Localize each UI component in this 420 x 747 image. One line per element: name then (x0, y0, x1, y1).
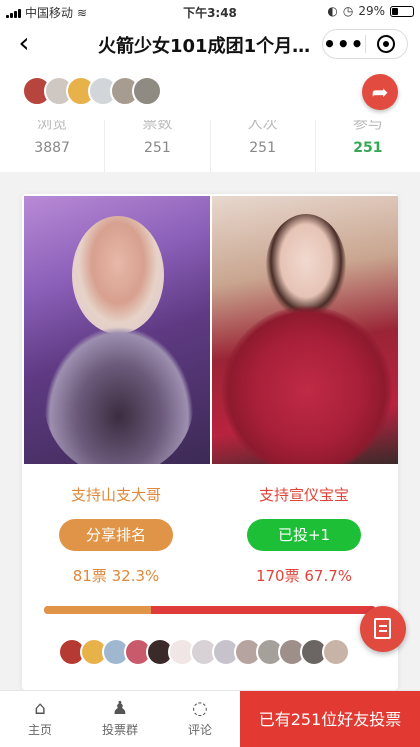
tab-label: 投票群 (101, 723, 138, 737)
vote-count: 170票 (255, 567, 300, 585)
more-button[interactable]: ••• (323, 34, 365, 54)
bottom-nav: ⌂ 主页 ♟ 投票群 ◌ 评论 已有251位好友投票 (0, 690, 420, 747)
home-icon: ⌂ (34, 698, 46, 719)
participant-avatars (22, 76, 162, 106)
photo-figure (44, 326, 194, 464)
voted-button[interactable]: 已投+1 (247, 519, 361, 551)
participants-strip: ➦ (0, 66, 420, 120)
tab-vote-group[interactable]: ♟ 投票群 (90, 699, 150, 738)
candidate-votes: 81票 32.3% (22, 565, 210, 586)
stat-label: 参与 (352, 120, 383, 132)
alarm-icon: ◷ (342, 4, 354, 18)
avatar (132, 76, 162, 106)
candidate-name: 支持宣仪宝宝 (258, 486, 349, 504)
vote-progress-bar (44, 606, 376, 614)
stat-views: 浏览 3887 (0, 120, 106, 172)
candidate-right: 支持宣仪宝宝 已投+1 170票 67.7% (210, 484, 398, 586)
avatar (322, 638, 350, 666)
candidate-photo-left[interactable] (24, 196, 210, 464)
vote-card: 支持山支大哥 分享排名 81票 32.3% 支持宣仪宝宝 已投+1 170票 6… (22, 194, 398, 690)
photo-figure (72, 216, 164, 334)
target-icon (377, 35, 396, 53)
close-button[interactable] (366, 35, 408, 53)
stat-value: 3887 (34, 140, 70, 156)
battery-percent: 29% (358, 4, 385, 18)
tab-comment[interactable]: ◌ 评论 (170, 699, 230, 738)
tab-label: 主页 (27, 723, 52, 737)
tab-label: 评论 (187, 723, 212, 737)
status-bar: 中国移动 ≋ 下午3:48 ◐ ◷ 29% (0, 0, 420, 22)
stats-row: 浏览 3887 票数 251 人次 251 参与 251 (0, 120, 420, 172)
vote-progress-fill (44, 606, 152, 614)
candidate-votes: 170票 67.7% (210, 565, 398, 586)
nav-bar: ‹ 火箭少女101成团1个月… ••• (0, 22, 420, 66)
back-button[interactable]: ‹ (8, 28, 40, 60)
headphones-icon: ◐ (327, 4, 338, 18)
photo-figure (266, 214, 346, 318)
page-title: 火箭少女101成团1个月… (98, 36, 311, 57)
mini-program-capsule: ••• (322, 29, 408, 59)
group-icon: ♟ (111, 698, 129, 719)
stat-label: 票数 (142, 120, 173, 132)
vote-count: 81票 (72, 567, 107, 585)
stat-value: 251 (144, 140, 171, 156)
friends-voted-button[interactable]: 已有251位好友投票 (240, 691, 420, 747)
edit-note-icon (374, 618, 391, 639)
stat-participants: 参与 251 (316, 120, 420, 172)
share-rank-button[interactable]: 分享排名 (59, 519, 173, 551)
comment-icon: ◌ (192, 698, 208, 719)
photo-figure (222, 306, 392, 464)
stat-label: 人次 (247, 120, 278, 132)
candidate-name: 支持山支大哥 (70, 486, 161, 504)
share-button[interactable]: ➦ (362, 74, 398, 110)
share-arrow-icon: ➦ (371, 80, 389, 104)
create-vote-button[interactable] (360, 606, 406, 652)
battery-icon (390, 5, 414, 17)
stat-value: 251 (353, 140, 383, 156)
stat-people: 人次 251 (211, 120, 316, 172)
stat-votes: 票数 251 (105, 120, 211, 172)
candidate-photo-right[interactable] (212, 196, 398, 464)
chevron-left-icon: ‹ (18, 26, 30, 59)
vote-percent: 67.7% (304, 567, 353, 585)
vote-percent: 32.3% (111, 567, 160, 585)
voter-avatars (58, 638, 350, 666)
stat-label: 浏览 (37, 120, 68, 132)
tab-home[interactable]: ⌂ 主页 (10, 699, 70, 738)
candidate-left: 支持山支大哥 分享排名 81票 32.3% (22, 484, 210, 586)
stat-value: 251 (249, 140, 276, 156)
